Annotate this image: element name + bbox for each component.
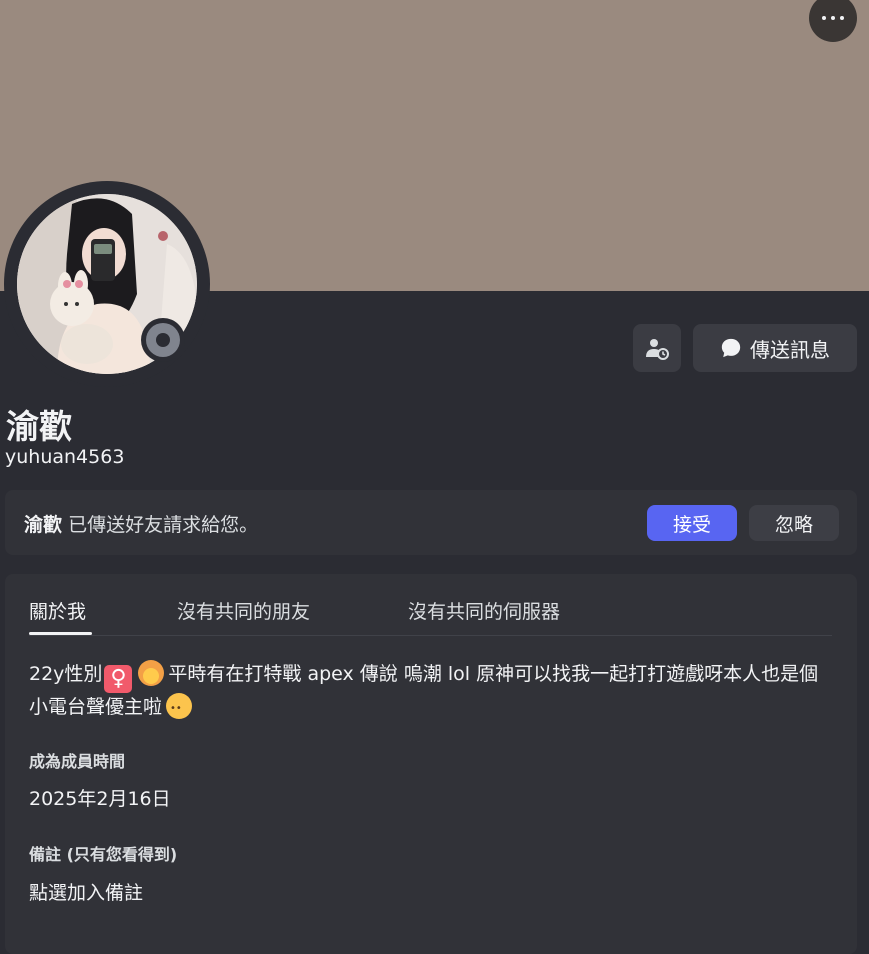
friend-request-banner: 渝歡 已傳送好友請求給您。 接受 忽略 bbox=[5, 490, 857, 555]
female-sign-emoji-icon: ♀ bbox=[104, 665, 133, 693]
more-dot-icon bbox=[831, 16, 835, 20]
send-message-label: 傳送訊息 bbox=[750, 337, 830, 362]
status-indicator bbox=[141, 318, 185, 362]
profile-tabs: 關於我 沒有共同的朋友 沒有共同的伺服器 bbox=[29, 574, 832, 636]
tab-about-me[interactable]: 關於我 bbox=[29, 597, 86, 624]
avatar-container[interactable] bbox=[4, 181, 210, 387]
friend-request-name: 渝歡 bbox=[24, 514, 63, 536]
friend-request-text: 渝歡 已傳送好友請求給您。 bbox=[24, 510, 258, 537]
send-message-button[interactable]: 傳送訊息 bbox=[693, 324, 857, 372]
melting-face-emoji-icon bbox=[166, 693, 193, 723]
bio-text-start: 22y性別 bbox=[29, 663, 103, 685]
offline-status-icon bbox=[146, 323, 180, 357]
chat-bubble-icon bbox=[721, 338, 741, 358]
ignore-button[interactable]: 忽略 bbox=[749, 505, 839, 541]
accept-button[interactable]: 接受 bbox=[647, 505, 737, 541]
note-title: 備註 (只有您看得到) bbox=[29, 845, 178, 864]
member-since-value: 2025年2月16日 bbox=[29, 788, 171, 810]
woman-emoji-icon bbox=[138, 660, 165, 686]
more-dot-icon bbox=[822, 16, 826, 20]
add-note-field[interactable]: 點選加入備註 bbox=[29, 878, 143, 905]
friend-request-message: 已傳送好友請求給您。 bbox=[68, 514, 259, 536]
tab-mutual-friends[interactable]: 沒有共同的朋友 bbox=[177, 597, 310, 624]
user-clock-icon bbox=[646, 339, 669, 360]
bio: 22y性別 ♀ 平時有在打特戰 apex 傳說 嗚潮 lol 原神可以找我一起打打遊… bbox=[29, 660, 829, 723]
username: yuhuan4563 bbox=[5, 446, 125, 468]
more-dot-icon bbox=[840, 16, 844, 20]
profile-info-card: 關於我 沒有共同的朋友 沒有共同的伺服器 22y性別 ♀ 平時有在打特戰 apex … bbox=[5, 574, 857, 954]
display-name: 渝歡 bbox=[6, 407, 72, 446]
active-tab-indicator bbox=[29, 632, 92, 635]
add-friend-pending-button[interactable] bbox=[633, 324, 681, 372]
member-since-title: 成為成員時間 bbox=[29, 752, 126, 771]
tab-mutual-servers[interactable]: 沒有共同的伺服器 bbox=[408, 597, 560, 624]
